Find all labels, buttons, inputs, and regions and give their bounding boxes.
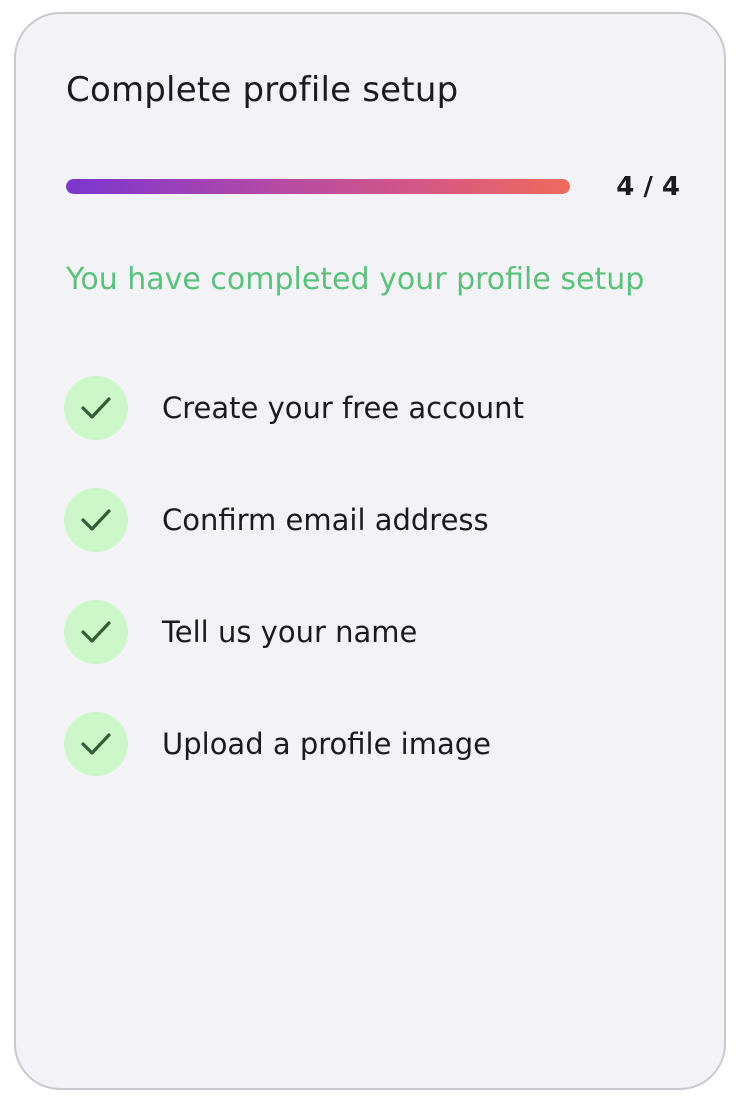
step-label: Create your free account <box>162 391 524 425</box>
step-label: Confirm email address <box>162 503 489 537</box>
progress-bar <box>66 179 570 194</box>
step-label: Tell us your name <box>162 615 418 649</box>
step-item-confirm-email: Confirm email address <box>64 486 684 598</box>
progress-bar-fill <box>66 179 570 194</box>
completion-message: You have completed your profile setup <box>66 262 645 297</box>
check-icon <box>64 600 128 664</box>
card-title: Complete profile setup <box>66 70 459 110</box>
step-item-upload-image: Upload a profile image <box>64 710 684 822</box>
check-icon <box>64 488 128 552</box>
check-icon <box>64 712 128 776</box>
progress-count: 4 / 4 <box>616 172 680 202</box>
step-label: Upload a profile image <box>162 727 491 761</box>
steps-list: Create your free account Confirm email a… <box>64 374 684 822</box>
check-icon <box>64 376 128 440</box>
step-item-tell-name: Tell us your name <box>64 598 684 710</box>
profile-setup-card: Complete profile setup 4 / 4 You have co… <box>14 12 726 1090</box>
step-item-create-account: Create your free account <box>64 374 684 486</box>
